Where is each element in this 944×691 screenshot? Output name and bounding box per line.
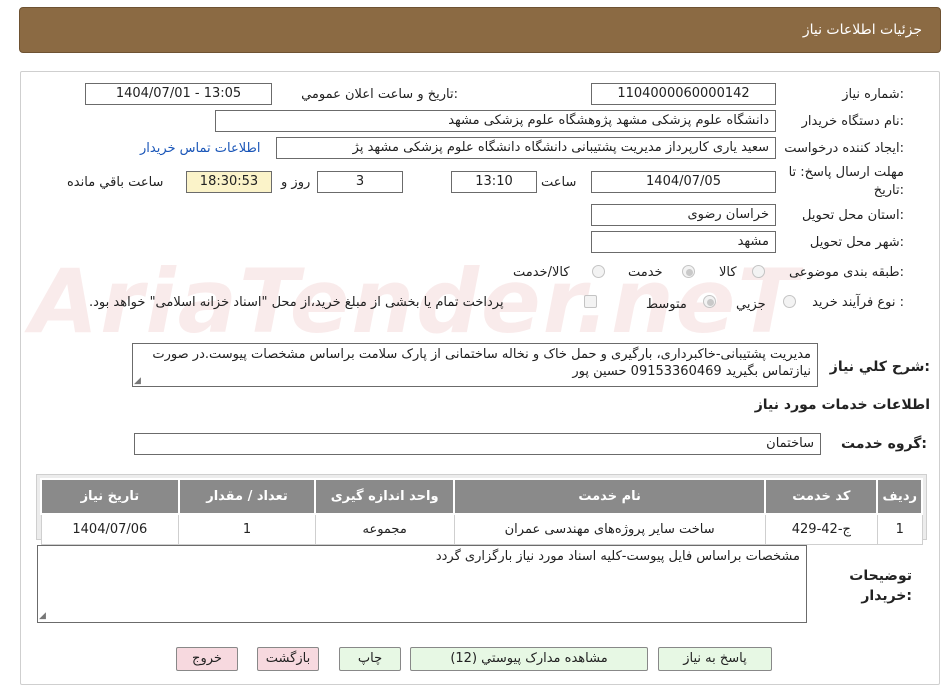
col-qty-header: تعداد / مقدار xyxy=(177,478,317,515)
buyer-notes-label: توضيحات خريدار: xyxy=(849,568,912,604)
cell-unit: مجموعه xyxy=(314,513,455,545)
resize-grip-icon[interactable]: ◢ xyxy=(134,377,142,386)
treasury-payment-checkbox[interactable] xyxy=(584,295,597,308)
city-field: مشهد xyxy=(591,231,776,253)
summary-textarea[interactable]: مدیریت پشتیبانی-خاکبرداری، بارگیری و حمل… xyxy=(132,343,818,387)
process-option-medium: متوسط xyxy=(646,297,687,312)
province-label: استان محل تحويل: xyxy=(802,208,904,223)
remaining-time-field: 18:30:53 xyxy=(186,171,272,193)
days-label: روز و xyxy=(281,175,311,190)
province-field: خراسان رضوی xyxy=(591,204,776,226)
back-button[interactable]: بازگشت xyxy=(257,647,319,671)
buyer-notes-textarea[interactable]: مشخصات براساس فایل پیوست-کلیه اسناد مورد… xyxy=(37,545,807,623)
col-code-header: کد خدمت xyxy=(764,478,879,515)
cell-qty: 1 xyxy=(178,513,316,545)
category-option-both: کالا/خدمت xyxy=(513,265,570,280)
cell-name: ساخت سایر پروژه‌های مهندسی عمران xyxy=(453,513,766,545)
category-label: طبقه بندی موضوعی: xyxy=(788,265,904,280)
cell-code: ج-42-429 xyxy=(764,513,878,545)
process-label: نوع فرآيند خريد : xyxy=(812,295,904,310)
page-header: جزئيات اطلاعات نياز xyxy=(19,7,941,53)
resize-grip-icon[interactable]: ◢ xyxy=(39,612,47,621)
cell-row: 1 xyxy=(876,513,923,545)
days-field: 3 xyxy=(317,171,403,193)
need-number-label: شماره نياز: xyxy=(842,87,904,102)
announce-label: تاريخ و ساعت اعلان عمومي: xyxy=(301,87,458,102)
category-radio-service[interactable] xyxy=(682,265,695,278)
category-option-service: خدمت xyxy=(628,265,663,280)
need-number-field: 1104000060000142 xyxy=(591,83,776,105)
col-name-header: نام خدمت xyxy=(453,478,767,515)
requester-field: سعید یاری کارپرداز مدیریت پشتیبانی دانشگ… xyxy=(276,137,776,159)
service-group-label: گروه خدمت: xyxy=(841,436,927,452)
exit-button[interactable]: خروج xyxy=(176,647,238,671)
page-title: جزئيات اطلاعات نياز xyxy=(802,22,922,38)
services-table-wrap: رديف کد خدمت نام خدمت واحد اندازه گيری ت… xyxy=(36,474,927,545)
col-date-header: تاريخ نياز xyxy=(40,478,180,515)
service-group-field: ساختمان xyxy=(134,433,821,455)
services-heading: اطلاعات خدمات مورد نياز xyxy=(754,397,930,413)
deadline-date-field: 1404/07/05 xyxy=(591,171,776,193)
requester-label: ايجاد کننده درخواست: xyxy=(784,141,904,156)
category-radio-both[interactable] xyxy=(592,265,605,278)
reply-button[interactable]: پاسخ به نياز xyxy=(658,647,772,671)
category-option-goods: کالا xyxy=(719,265,737,280)
process-radio-medium[interactable] xyxy=(703,295,716,308)
services-table-header: رديف کد خدمت نام خدمت واحد اندازه گيری ت… xyxy=(40,478,923,515)
process-radio-minor[interactable] xyxy=(783,295,796,308)
payment-note: پرداخت تمام يا بخشی از مبلغ خريد،از محل … xyxy=(89,295,504,310)
buyer-contact-link[interactable]: اطلاعات تماس خريدار xyxy=(140,141,260,156)
col-row-header: رديف xyxy=(876,478,923,515)
process-option-minor: جزيي xyxy=(736,297,766,312)
summary-label: شرح کلي نياز: xyxy=(829,359,930,375)
category-radio-goods[interactable] xyxy=(752,265,765,278)
remaining-label: ساعت باقي مانده xyxy=(67,175,164,190)
deadline-label: مهلت ارسال پاسخ: تا تاريخ: xyxy=(788,165,904,198)
table-row: 1 ج-42-429 ساخت سایر پروژه‌های مهندسی عم… xyxy=(40,513,923,545)
services-table: رديف کد خدمت نام خدمت واحد اندازه گيری ت… xyxy=(40,478,923,545)
buyer-org-field: دانشگاه علوم پزشکی مشهد پژوهشگاه علوم پز… xyxy=(215,110,776,132)
city-label: شهر محل تحويل: xyxy=(809,235,904,250)
announce-field: 1404/07/01 - 13:05 xyxy=(85,83,272,105)
buyer-org-label: نام دستگاه خريدار: xyxy=(801,114,904,129)
attachments-button[interactable]: مشاهده مدارک پيوستي (12) xyxy=(410,647,648,671)
col-unit-header: واحد اندازه گيری xyxy=(314,478,456,515)
deadline-time-field: 13:10 xyxy=(451,171,537,193)
deadline-time-label: ساعت xyxy=(541,175,577,190)
cell-date: 1404/07/06 xyxy=(40,513,180,545)
print-button[interactable]: چاپ xyxy=(339,647,401,671)
